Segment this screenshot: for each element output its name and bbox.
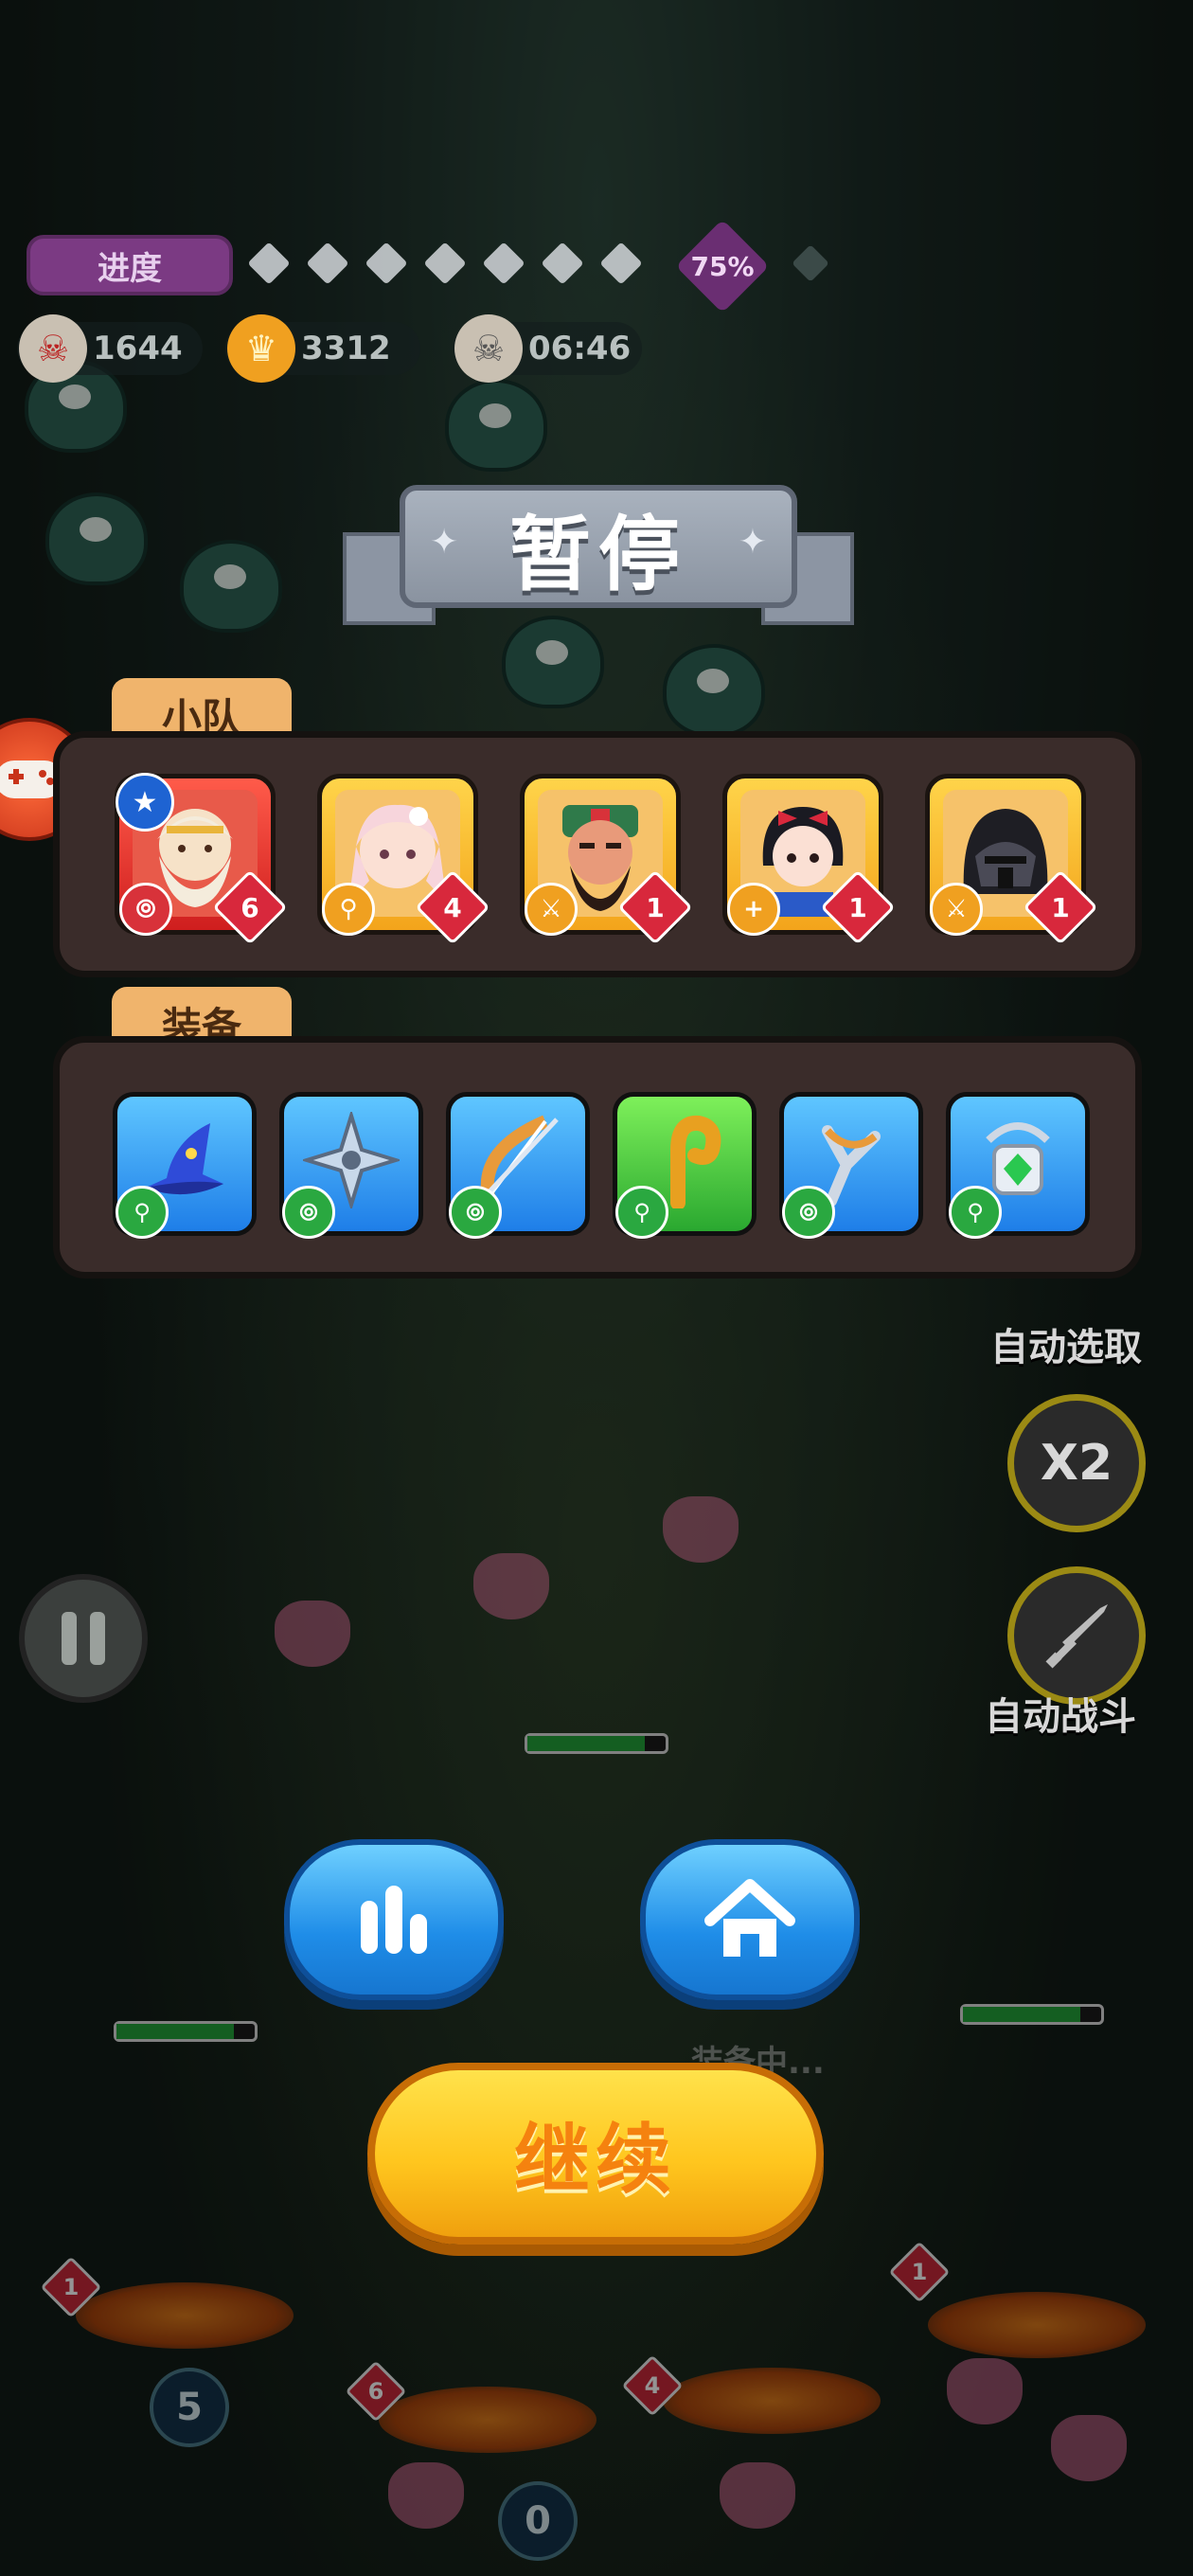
progress-dot (541, 242, 584, 285)
bow-class-icon: ⦾ (119, 883, 172, 936)
speed-label: X2 (1040, 1435, 1113, 1492)
hero-slot-guan-yu[interactable]: ⚔ 1 (520, 774, 693, 945)
auto-battle-button[interactable] (1007, 1566, 1146, 1705)
home-button[interactable] (640, 1839, 860, 2000)
kill-count: 1644 (93, 330, 183, 367)
stats-button[interactable] (284, 1839, 504, 2000)
staff-class-icon: ⚲ (949, 1186, 1002, 1239)
crown-icon: ♛ (227, 314, 295, 383)
progress-dot (599, 242, 643, 285)
hero-level: 1 (646, 891, 665, 923)
sword-icon (1045, 1604, 1108, 1669)
hero-slot-zeus[interactable]: ★ ⦾ 6 (115, 773, 288, 945)
pause-title: 暂停 (509, 507, 687, 602)
pause-button[interactable] (19, 1574, 148, 1703)
progress-label: 进度 (27, 235, 233, 295)
bow-class-icon: ⦾ (282, 1186, 335, 1239)
progress-dots (247, 242, 643, 285)
skull-timer-icon: ☠ (454, 314, 523, 383)
equipment-panel: ⚲ ⦾ ⦾ ⚲ ⦾ ⚲ (53, 1036, 1142, 1279)
speed-button[interactable]: X2 (1007, 1394, 1146, 1532)
progress-dot (306, 242, 349, 285)
progress-percent-badge: 75% (675, 219, 770, 313)
gold-count: 3312 (301, 330, 391, 367)
team-panel: ★ ⦾ 6 ⚲ 4 ⚔ 1 + 1 ⚔ 1 (53, 731, 1142, 977)
gold-counter: ♛ 3312 (225, 314, 420, 383)
pause-icon (90, 1612, 105, 1665)
sword-class-icon: ⚔ (930, 883, 983, 936)
star-icon: ★ (116, 773, 174, 832)
equip-slot-hook-staff[interactable]: ⚲ (613, 1092, 757, 1239)
equip-slot-bow[interactable]: ⦾ (446, 1092, 590, 1239)
equip-slot-wizard-hat[interactable]: ⚲ (113, 1092, 257, 1239)
kill-counter: ☠ 1644 (17, 314, 203, 383)
auto-select-label[interactable]: 自动选取 (990, 1316, 1142, 1371)
hero-level: 1 (848, 891, 867, 923)
hero-slot-snow-white[interactable]: + 1 (722, 774, 896, 945)
pause-icon (62, 1612, 77, 1665)
bow-class-icon: ⦾ (782, 1186, 835, 1239)
progress-dot (365, 242, 408, 285)
staff-class-icon: ⚲ (322, 883, 375, 936)
progress-percent: 75% (690, 250, 755, 282)
timer: ☠ 06:46 (453, 314, 642, 383)
plus-class-icon: + (727, 883, 780, 936)
hero-slot-fox-girl[interactable]: ⚲ 4 (317, 774, 490, 945)
pause-banner: 暂停 ✦ ✦ (343, 474, 854, 635)
progress-dot (247, 242, 291, 285)
sword-class-icon: ⚔ (525, 883, 578, 936)
continue-label: 继续 (514, 2116, 677, 2204)
auto-battle-label: 自动战斗 (985, 1695, 1136, 1739)
continue-button[interactable]: 继续 (367, 2063, 824, 2245)
hero-slot-dark-knight[interactable]: ⚔ 1 (925, 774, 1098, 945)
equip-slot-gem-amulet[interactable]: ⚲ (946, 1092, 1090, 1239)
bow-class-icon: ⦾ (449, 1186, 502, 1239)
timer-value: 06:46 (528, 330, 632, 367)
skull-icon: ☠ (19, 314, 87, 383)
sparkle-icon: ✦ (430, 523, 459, 562)
stats-icon (361, 1886, 427, 1954)
progress-dot (482, 242, 525, 285)
equip-slot-shuriken[interactable]: ⦾ (279, 1092, 423, 1239)
staff-class-icon: ⚲ (615, 1186, 668, 1239)
hero-level: 1 (1051, 891, 1070, 923)
progress-dot (423, 242, 467, 285)
staff-class-icon: ⚲ (116, 1186, 169, 1239)
hero-level: 4 (443, 891, 462, 923)
hero-level: 6 (240, 891, 259, 923)
equip-slot-slingshot[interactable]: ⦾ (779, 1092, 923, 1239)
home-icon (704, 1879, 795, 1957)
sparkle-icon: ✦ (738, 523, 767, 562)
